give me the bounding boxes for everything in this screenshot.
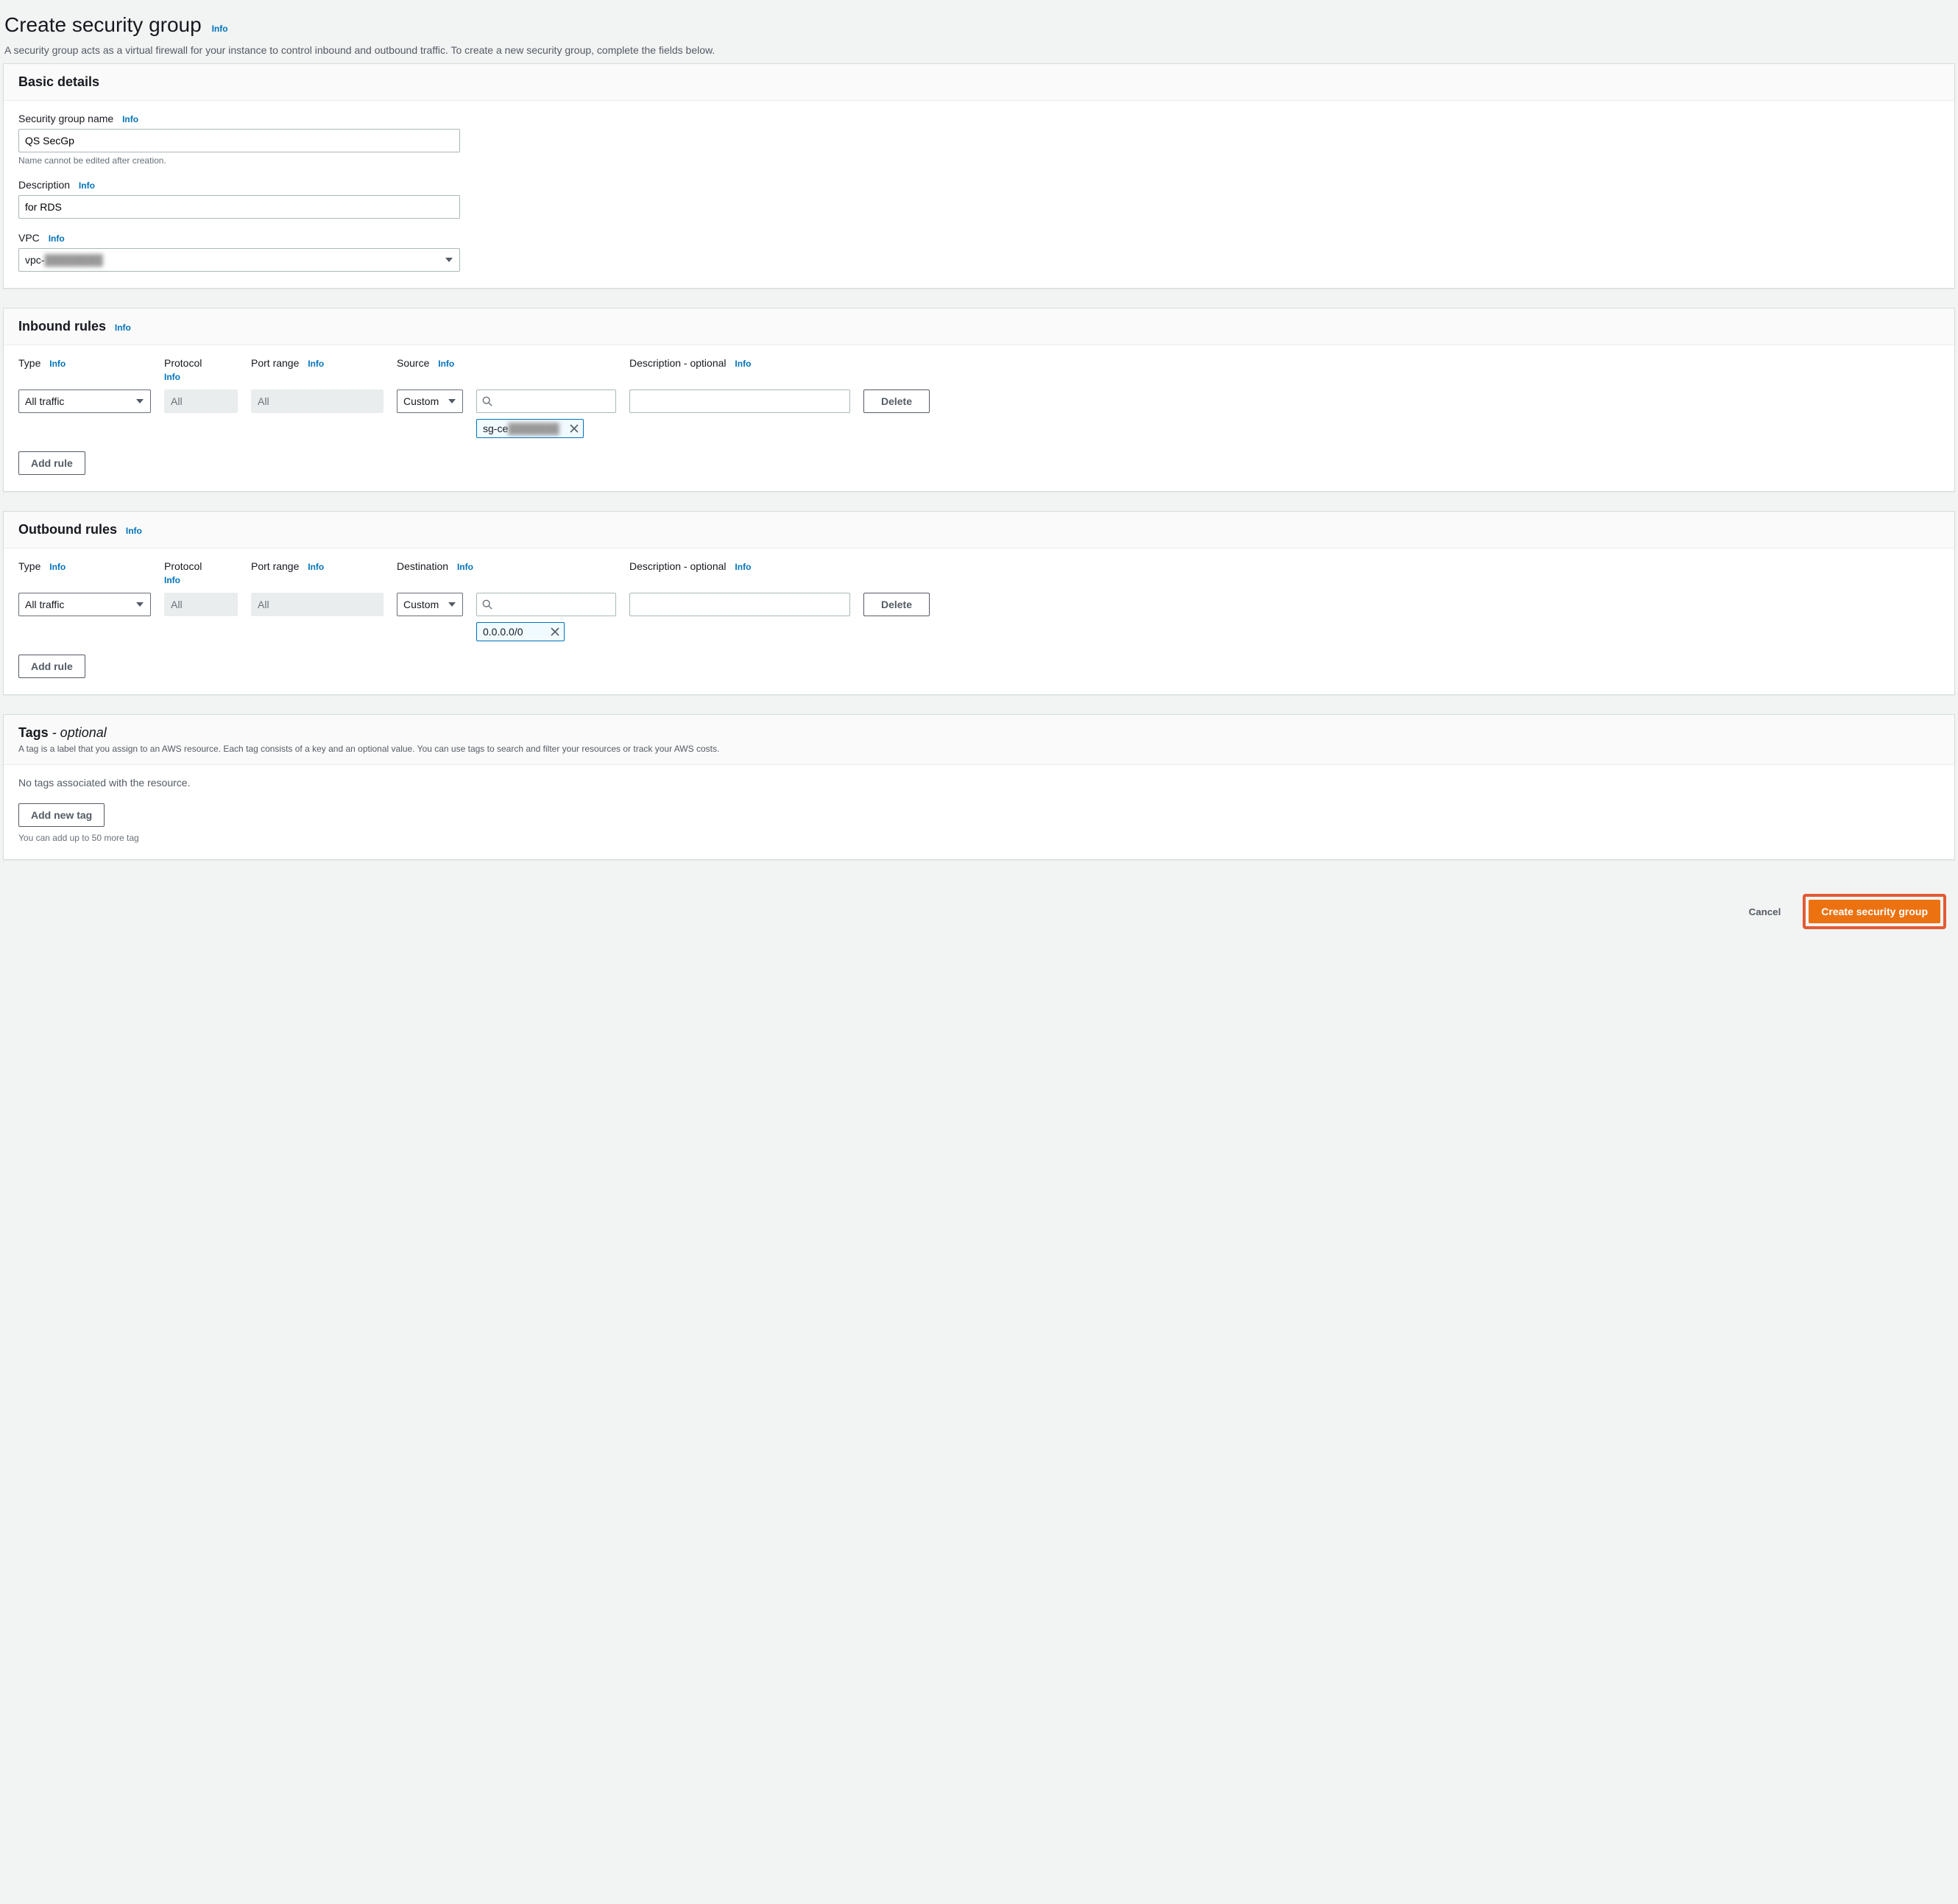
panel-title-inbound: Inbound rules (18, 319, 106, 334)
info-link-col-port[interactable]: Info (308, 359, 324, 369)
add-inbound-rule-button[interactable]: Add rule (18, 451, 85, 475)
select-outbound-dest-mode-value: Custom (403, 599, 439, 610)
col-protocol-out: Protocol (164, 560, 202, 572)
select-vpc-value-obscured: ████████ (44, 254, 102, 266)
info-link-col-dest[interactable]: Info (457, 562, 473, 572)
panel-tags: Tags - optional A tag is a label that yo… (3, 714, 1955, 860)
tags-empty: No tags associated with the resource. (18, 777, 1940, 789)
panel-outbound-rules: Outbound rules Info Type Info Protocol I… (3, 511, 1955, 695)
col-protocol: Protocol (164, 357, 202, 369)
page-subtitle: A security group acts as a virtual firew… (4, 44, 1954, 56)
delete-inbound-rule-button[interactable]: Delete (863, 389, 930, 413)
select-inbound-type[interactable]: All traffic (18, 389, 151, 413)
outbound-protocol (164, 593, 238, 616)
label-vpc: VPC (18, 232, 40, 244)
info-link-header[interactable]: Info (212, 24, 228, 34)
info-link-col-type-out[interactable]: Info (49, 562, 66, 572)
remove-chip-icon[interactable] (551, 627, 559, 636)
select-inbound-type-value: All traffic (25, 395, 64, 407)
actions-bar: Cancel Create security group (3, 879, 1955, 937)
info-link-col-protocol-out[interactable]: Info (164, 575, 238, 585)
select-vpc-value-prefix: vpc- (25, 254, 44, 266)
remove-chip-icon[interactable] (570, 424, 579, 433)
col-dest: Destination (397, 560, 448, 572)
tags-limit: You can add up to 50 more tag (18, 833, 1940, 843)
panel-basic-details: Basic details Security group name Info N… (3, 63, 1955, 289)
outbound-dest-chip-value: 0.0.0.0/0 (483, 626, 523, 638)
inbound-desc-input[interactable] (629, 389, 850, 413)
helper-sg-name: Name cannot be edited after creation. (18, 155, 1940, 166)
col-port: Port range (251, 357, 299, 369)
info-link-sg-desc[interactable]: Info (79, 180, 95, 191)
outbound-dest-chip: 0.0.0.0/0 (476, 622, 565, 641)
add-outbound-rule-button[interactable]: Add rule (18, 655, 85, 678)
cancel-button[interactable]: Cancel (1737, 900, 1793, 923)
info-link-col-source[interactable]: Info (438, 359, 454, 369)
page-title: Create security group (4, 13, 202, 37)
inbound-source-chip-prefix: sg-ce (483, 423, 508, 434)
highlight-frame: Create security group (1803, 894, 1946, 929)
select-outbound-dest-mode[interactable]: Custom (397, 593, 463, 616)
info-link-col-desc-out[interactable]: Info (735, 562, 751, 572)
col-desc-out: Description - optional (629, 560, 727, 572)
panel-title-outbound: Outbound rules (18, 522, 117, 537)
panel-title-tags: Tags - optional (18, 725, 107, 741)
select-inbound-source-mode-value: Custom (403, 395, 439, 407)
info-link-sg-name[interactable]: Info (122, 114, 138, 124)
col-type: Type (18, 357, 40, 369)
col-source: Source (397, 357, 429, 369)
inbound-source-chip: sg-ce███████ (476, 419, 584, 438)
select-inbound-source-mode[interactable]: Custom (397, 389, 463, 413)
col-port-out: Port range (251, 560, 299, 572)
info-link-vpc[interactable]: Info (49, 233, 65, 244)
info-link-col-type[interactable]: Info (49, 359, 66, 369)
select-outbound-type-value: All traffic (25, 599, 64, 610)
inbound-source-chip-obscured: ███████ (508, 423, 559, 434)
select-outbound-type[interactable]: All traffic (18, 593, 151, 616)
label-sg-name: Security group name (18, 113, 113, 124)
input-sg-name[interactable] (18, 129, 460, 152)
tags-title-main: Tags (18, 725, 49, 740)
outbound-desc-input[interactable] (629, 593, 850, 616)
info-link-outbound[interactable]: Info (126, 526, 142, 536)
inbound-port (251, 389, 384, 413)
col-desc: Description - optional (629, 357, 727, 369)
label-sg-desc: Description (18, 179, 70, 191)
info-link-inbound[interactable]: Info (115, 322, 131, 333)
tags-desc: A tag is a label that you assign to an A… (18, 744, 1940, 754)
inbound-protocol (164, 389, 238, 413)
info-link-col-protocol[interactable]: Info (164, 372, 238, 382)
outbound-port (251, 593, 384, 616)
inbound-source-search[interactable] (476, 389, 616, 413)
info-link-col-port-out[interactable]: Info (308, 562, 324, 572)
panel-title-basic: Basic details (18, 74, 99, 90)
outbound-dest-search[interactable] (476, 593, 616, 616)
create-security-group-button[interactable]: Create security group (1809, 900, 1940, 923)
panel-inbound-rules: Inbound rules Info Type Info Protocol In… (3, 308, 1955, 492)
tags-title-suffix: - optional (49, 725, 107, 740)
col-type-out: Type (18, 560, 40, 572)
info-link-col-desc[interactable]: Info (735, 359, 751, 369)
input-sg-desc[interactable] (18, 195, 460, 219)
select-vpc[interactable]: vpc- ████████ (18, 248, 460, 272)
add-tag-button[interactable]: Add new tag (18, 803, 105, 827)
delete-outbound-rule-button[interactable]: Delete (863, 593, 930, 616)
